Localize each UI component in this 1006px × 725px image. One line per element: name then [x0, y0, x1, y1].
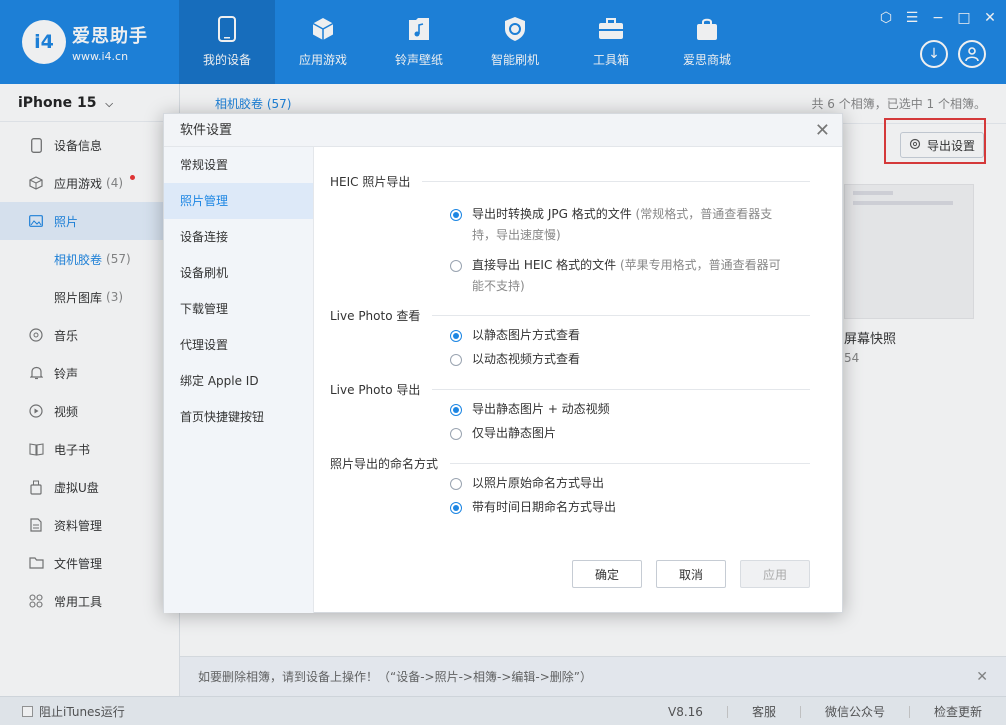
settings-tab-device-connection[interactable]: 设备连接 [164, 219, 313, 255]
settings-nav: 常规设置 照片管理 设备连接 设备刷机 下载管理 代理设置 绑定 Apple I… [164, 147, 314, 613]
option-label: 以静态图片方式查看 [472, 328, 581, 342]
settings-tab-device-flash[interactable]: 设备刷机 [164, 255, 313, 291]
settings-dialog: 软件设置 ✕ 常规设置 照片管理 设备连接 设备刷机 下载管理 代理设置 绑定 … [163, 113, 843, 613]
option-label: 带有时间日期命名方式导出 [472, 500, 617, 514]
cancel-button[interactable]: 取消 [656, 560, 726, 588]
option-label: 直接导出 HEIC 格式的文件 [472, 258, 617, 272]
dialog-title-bar: 软件设置 ✕ [164, 114, 842, 147]
radio-live-view-video[interactable]: 以动态视频方式查看 [450, 349, 790, 370]
radio-button-selected[interactable] [450, 330, 462, 342]
radio-heic-to-jpg[interactable]: 导出时转换成 JPG 格式的文件 (常规格式，普通查看器支持，导出速度慢) [450, 204, 790, 246]
section-heic-export: HEIC 照片导出 [330, 173, 810, 190]
settings-tab-general[interactable]: 常规设置 [164, 147, 313, 183]
section-live-photo-export: Live Photo 导出 [330, 381, 810, 398]
section-live-photo-view: Live Photo 查看 [330, 307, 810, 324]
settings-tab-proxy[interactable]: 代理设置 [164, 327, 313, 363]
settings-tab-download[interactable]: 下载管理 [164, 291, 313, 327]
section-title: Live Photo 导出 [330, 383, 421, 397]
settings-tab-home-shortcuts[interactable]: 首页快捷键按钮 [164, 399, 313, 435]
radio-button[interactable] [450, 428, 462, 440]
radio-naming-datetime[interactable]: 带有时间日期命名方式导出 [450, 497, 790, 518]
apply-button[interactable]: 应用 [740, 560, 810, 588]
section-title: Live Photo 查看 [330, 309, 421, 323]
option-label: 以照片原始命名方式导出 [472, 476, 605, 490]
radio-live-export-static[interactable]: 仅导出静态图片 [450, 423, 790, 444]
radio-button[interactable] [450, 260, 462, 272]
radio-button-selected[interactable] [450, 209, 462, 221]
settings-tab-apple-id[interactable]: 绑定 Apple ID [164, 363, 313, 399]
radio-live-export-both[interactable]: 导出静态图片 + 动态视频 [450, 399, 790, 420]
option-label: 导出时转换成 JPG 格式的文件 [472, 207, 632, 221]
section-title: 照片导出的命名方式 [330, 457, 439, 471]
option-label: 导出静态图片 + 动态视频 [472, 402, 610, 416]
option-label: 仅导出静态图片 [472, 426, 557, 440]
section-title: HEIC 照片导出 [330, 175, 411, 189]
radio-naming-original[interactable]: 以照片原始命名方式导出 [450, 473, 790, 494]
option-label: 以动态视频方式查看 [472, 352, 581, 366]
ok-button[interactable]: 确定 [572, 560, 642, 588]
dialog-close-icon[interactable]: ✕ [815, 114, 830, 147]
section-export-naming: 照片导出的命名方式 [330, 455, 810, 472]
settings-content: HEIC 照片导出 导出时转换成 JPG 格式的文件 (常规格式，普通查看器支持… [314, 147, 844, 613]
radio-heic-direct[interactable]: 直接导出 HEIC 格式的文件 (苹果专用格式，普通查看器可能不支持) [450, 255, 790, 297]
radio-button-selected[interactable] [450, 502, 462, 514]
radio-live-view-static[interactable]: 以静态图片方式查看 [450, 325, 790, 346]
settings-tab-photo-management[interactable]: 照片管理 [164, 183, 313, 219]
radio-button[interactable] [450, 354, 462, 366]
dialog-title: 软件设置 [180, 123, 233, 138]
radio-button[interactable] [450, 478, 462, 490]
radio-button-selected[interactable] [450, 404, 462, 416]
